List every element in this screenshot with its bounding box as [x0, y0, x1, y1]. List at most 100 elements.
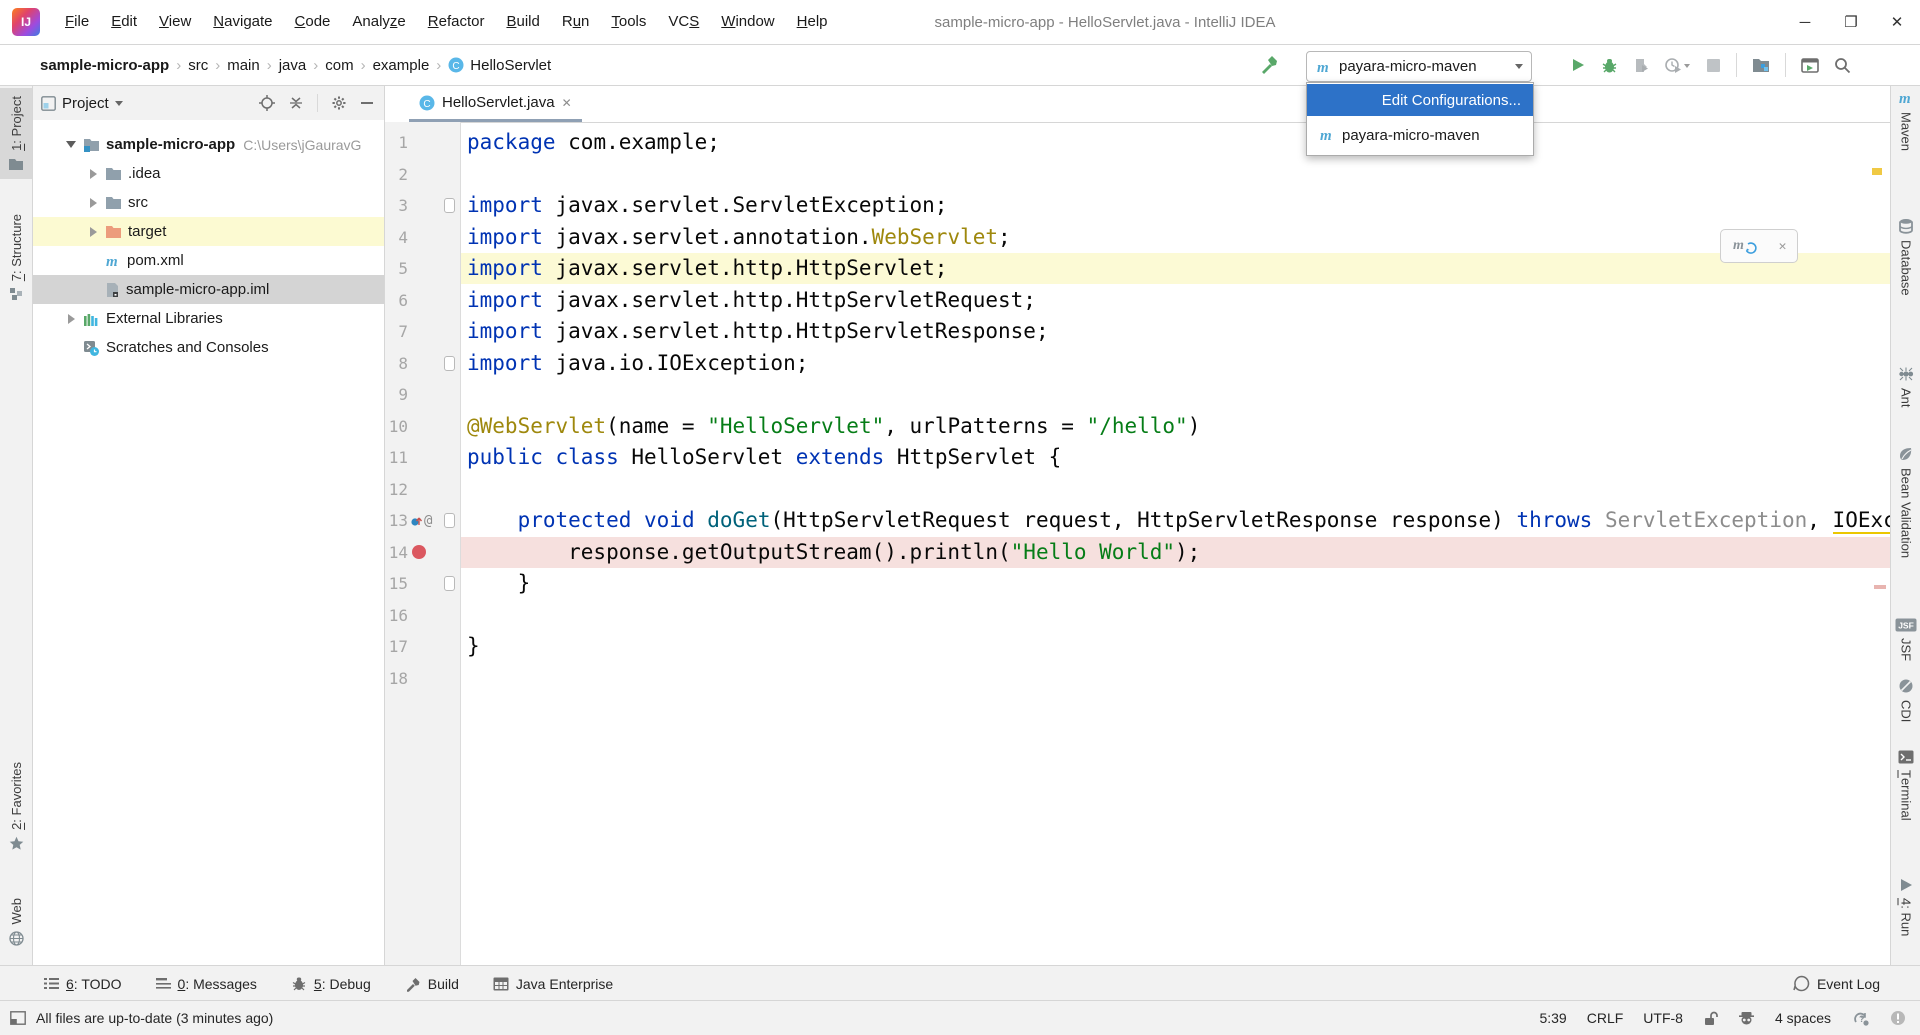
stripe-button-web[interactable]: Web	[0, 898, 32, 946]
stripe-button-bean-validation[interactable]: Bean Validation	[1891, 446, 1920, 558]
line-number[interactable]: 4	[385, 228, 408, 247]
line-number[interactable]: 18	[385, 669, 408, 688]
run-configuration-select[interactable]: m payara-micro-maven	[1306, 51, 1532, 82]
line-number[interactable]: 14	[385, 543, 408, 562]
coverage-icon[interactable]	[1633, 57, 1650, 74]
run-window-icon[interactable]	[1801, 58, 1819, 73]
tree-row[interactable]: target	[33, 217, 384, 246]
line-number[interactable]: 1	[385, 133, 408, 152]
line-number[interactable]: 11	[385, 448, 408, 467]
close-button[interactable]: ✕	[1874, 0, 1920, 44]
code-editor[interactable]: 1package com.example;23import javax.serv…	[385, 122, 1890, 965]
tree-row[interactable]: .idea	[33, 159, 384, 188]
tree-row[interactable]: src	[33, 188, 384, 217]
tab-helloservlet[interactable]: C HelloServlet.java ✕	[409, 86, 582, 122]
breadcrumb-item[interactable]: CHelloServlet	[448, 57, 551, 74]
line-number[interactable]: 12	[385, 480, 408, 499]
tree-row[interactable]: mpom.xml	[33, 246, 384, 275]
chevron-right-icon[interactable]	[63, 314, 79, 324]
breadcrumb-item[interactable]: main	[227, 57, 260, 74]
line-number[interactable]: 2	[385, 165, 408, 184]
menu-help[interactable]: Help	[786, 0, 839, 44]
line-number[interactable]: 8	[385, 354, 408, 373]
toolwindow-button-6-todo[interactable]: 6: TODO	[44, 976, 122, 992]
line-number[interactable]: 16	[385, 606, 408, 625]
tree-row[interactable]: Scratches and Consoles	[33, 333, 384, 362]
fold-marker-icon[interactable]	[444, 356, 455, 371]
breakpoint-icon[interactable]	[410, 537, 442, 568]
incognito-icon[interactable]	[1738, 1011, 1755, 1025]
stripe-button-1-project[interactable]: 1: Project	[0, 88, 32, 179]
status-indent[interactable]: 4 spaces	[1775, 1010, 1831, 1026]
tree-row[interactable]: External Libraries	[33, 304, 384, 333]
toolwindows-icon[interactable]	[10, 1011, 26, 1025]
close-icon[interactable]: ✕	[1779, 239, 1787, 254]
status-line-ending[interactable]: CRLF	[1587, 1010, 1624, 1026]
menu-navigate[interactable]: Navigate	[202, 0, 283, 44]
fold-marker-icon[interactable]	[444, 198, 455, 213]
build-hammer-icon[interactable]	[1258, 53, 1280, 75]
line-number[interactable]: 6	[385, 291, 408, 310]
settings-icon[interactable]	[331, 95, 347, 111]
error-stripe-warning-mark[interactable]	[1872, 168, 1882, 175]
hide-icon[interactable]	[360, 96, 374, 110]
stripe-button-database[interactable]: Database	[1891, 218, 1920, 296]
stripe-button-cdi[interactable]: CDI	[1891, 678, 1920, 722]
stripe-button-2-favorites[interactable]: 2: Favorites	[0, 762, 32, 851]
dropdown-item[interactable]: mpayara-micro-maven	[1307, 119, 1533, 151]
project-structure-icon[interactable]	[1752, 57, 1770, 73]
breadcrumb-item[interactable]: src	[188, 57, 208, 74]
chevron-right-icon[interactable]	[85, 169, 101, 179]
unlock-icon[interactable]	[1703, 1011, 1718, 1026]
stripe-button-ant[interactable]: Ant	[1891, 366, 1920, 408]
line-number[interactable]: 9	[385, 385, 408, 404]
alert-icon[interactable]	[1890, 1010, 1906, 1026]
menu-run[interactable]: Run	[551, 0, 601, 44]
fold-marker-icon[interactable]	[444, 513, 455, 528]
menu-vcs[interactable]: VCS	[657, 0, 710, 44]
stop-icon[interactable]	[1706, 58, 1721, 73]
stripe-button-4-run[interactable]: 4: Run	[1891, 878, 1920, 936]
breadcrumb-item[interactable]: java	[279, 57, 307, 74]
run-icon[interactable]	[1570, 57, 1586, 73]
menu-refactor[interactable]: Refactor	[417, 0, 496, 44]
tree-row[interactable]: sample-micro-appC:\Users\jGauravG	[33, 130, 384, 159]
dropdown-item[interactable]: Edit Configurations...	[1307, 84, 1533, 116]
debug-icon[interactable]	[1601, 57, 1618, 74]
line-number[interactable]: 7	[385, 322, 408, 341]
chevron-down-icon[interactable]	[63, 140, 79, 149]
breadcrumb-item[interactable]: sample-micro-app	[40, 57, 169, 74]
stripe-button-jsf[interactable]: JSFJSF	[1891, 618, 1920, 661]
maven-sync-icon[interactable]: m	[1732, 236, 1758, 256]
override-method-gutter-icon[interactable]: @	[410, 505, 442, 536]
sync-help-icon[interactable]: ?	[1851, 1010, 1870, 1026]
menu-file[interactable]: File	[54, 0, 100, 44]
profiler-icon[interactable]	[1665, 57, 1691, 74]
stripe-button-terminal[interactable]: Terminal	[1891, 750, 1920, 821]
line-number[interactable]: 3	[385, 196, 408, 215]
menu-tools[interactable]: Tools	[600, 0, 657, 44]
line-number[interactable]: 15	[385, 574, 408, 593]
line-number[interactable]: 10	[385, 417, 408, 436]
locate-icon[interactable]	[259, 95, 275, 111]
menu-code[interactable]: Code	[284, 0, 342, 44]
collapse-all-icon[interactable]	[288, 95, 304, 111]
minimize-button[interactable]: ─	[1782, 0, 1828, 44]
toolwindow-button-java-enterprise[interactable]: Java Enterprise	[493, 976, 613, 992]
fold-marker-icon[interactable]	[444, 576, 455, 591]
breadcrumb-item[interactable]: com	[325, 57, 353, 74]
search-icon[interactable]	[1834, 57, 1851, 74]
menu-build[interactable]: Build	[495, 0, 550, 44]
toolwindow-button-5-debug[interactable]: 5: Debug	[291, 976, 371, 992]
breadcrumb-item[interactable]: example	[373, 57, 430, 74]
toolwindow-button-build[interactable]: Build	[405, 976, 459, 992]
status-caret-position[interactable]: 5:39	[1539, 1010, 1566, 1026]
menu-analyze[interactable]: Analyze	[341, 0, 416, 44]
status-encoding[interactable]: UTF-8	[1643, 1010, 1683, 1026]
line-number[interactable]: 5	[385, 259, 408, 278]
line-number[interactable]: 13	[385, 511, 408, 530]
stripe-button-7-structure[interactable]: 7: Structure	[0, 214, 32, 301]
menu-edit[interactable]: Edit	[100, 0, 148, 44]
project-view-selector[interactable]: Project	[41, 95, 123, 112]
chevron-right-icon[interactable]	[85, 198, 101, 208]
